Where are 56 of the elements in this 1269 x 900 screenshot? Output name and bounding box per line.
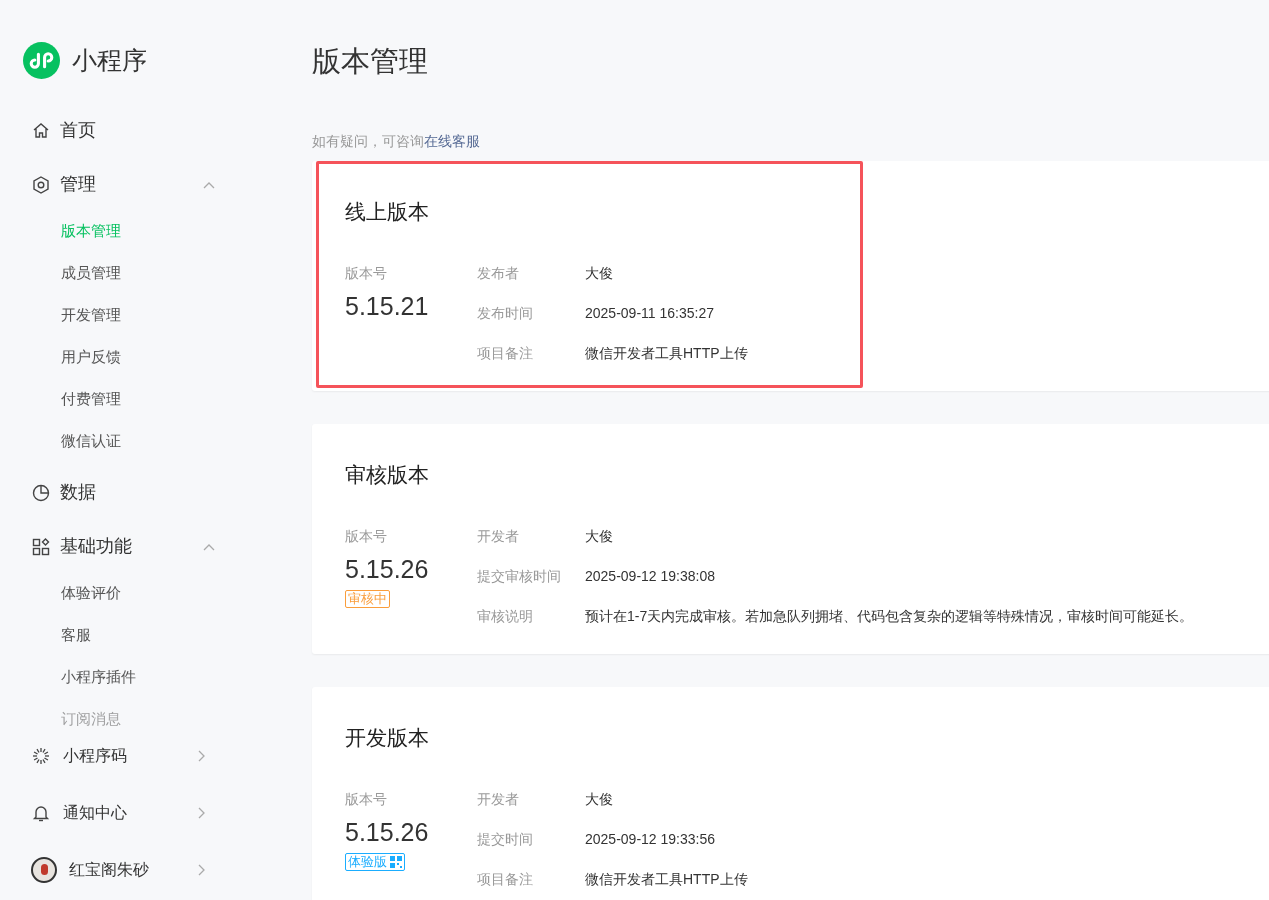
- nav-subitem[interactable]: 付费管理: [61, 377, 121, 420]
- avatar: [31, 856, 57, 883]
- field-value: 2025-09-12 19:33:56: [585, 830, 715, 849]
- field-label: 项目备注: [477, 870, 534, 889]
- field-value: 2025-09-12 19:38:08: [585, 567, 715, 586]
- nav-item[interactable]: 首页: [0, 105, 270, 156]
- nav-subitem[interactable]: 用户反馈: [61, 335, 121, 378]
- status-tag: 审核中: [345, 590, 390, 608]
- nav-item[interactable]: 通知中心: [0, 784, 270, 841]
- field-label: 审核说明: [477, 607, 534, 626]
- field-value: 微信开发者工具HTTP上传: [585, 344, 748, 363]
- nav-subitem[interactable]: 客服: [61, 613, 91, 656]
- field-label: 发布时间: [477, 304, 534, 323]
- field-label: 提交时间: [477, 830, 534, 849]
- version-number: 5.15.26: [345, 817, 429, 848]
- field-label: 开发者: [477, 790, 520, 809]
- status-tag: 体验版: [345, 853, 405, 871]
- nav-subitem[interactable]: 微信认证: [61, 419, 121, 462]
- field-value: 微信开发者工具HTTP上传: [585, 870, 748, 889]
- field-value: 大俊: [585, 527, 613, 546]
- nav-item[interactable]: 数据: [0, 467, 270, 518]
- settings-icon: [31, 174, 51, 195]
- field-value: 2025-09-11 16:35:27: [585, 304, 714, 323]
- field-value: 预计在1-7天内完成审核。若加急队列拥堵、代码包含复杂的逻辑等特殊情况，审核时间可能延长。: [585, 607, 1194, 626]
- version-number: 5.15.21: [345, 291, 429, 322]
- nav-item[interactable]: 基础功能: [0, 521, 270, 572]
- burst-icon: [31, 745, 51, 766]
- card-title: 线上版本: [345, 199, 429, 225]
- page-title: 版本管理: [312, 44, 428, 79]
- support-link[interactable]: 在线客服: [424, 133, 480, 149]
- nav-item[interactable]: 小程序码: [0, 727, 270, 784]
- nav-subitem[interactable]: 小程序插件: [61, 655, 136, 698]
- field-label: 发布者: [477, 264, 520, 283]
- field-value: 大俊: [585, 790, 613, 809]
- field-value: 大俊: [585, 264, 613, 283]
- card-title: 审核版本: [345, 462, 429, 488]
- logo-icon: [23, 42, 60, 80]
- nav-item[interactable]: 管理: [0, 159, 270, 210]
- brand-name: 小程序: [72, 45, 147, 76]
- field-label: 版本号: [345, 264, 387, 283]
- help-text: 如有疑问，可咨询在线客服: [312, 132, 480, 151]
- field-label: 版本号: [345, 527, 387, 546]
- qr-code-icon: [390, 856, 402, 868]
- nav-subitem[interactable]: 成员管理: [61, 251, 121, 294]
- nav-subitem[interactable]: 开发管理: [61, 293, 121, 336]
- grid-icon: [31, 536, 51, 557]
- pie-chart-icon: [31, 482, 51, 503]
- field-label: 开发者: [477, 527, 520, 546]
- account-item[interactable]: 红宝阁朱砂: [0, 841, 270, 898]
- card-title: 开发版本: [345, 725, 429, 751]
- field-label: 提交审核时间: [477, 567, 562, 586]
- field-label: 版本号: [345, 790, 387, 809]
- version-number: 5.15.26: [345, 554, 429, 585]
- home-icon: [31, 120, 51, 141]
- nav-subitem[interactable]: 体验评价: [61, 571, 121, 614]
- field-label: 项目备注: [477, 344, 534, 363]
